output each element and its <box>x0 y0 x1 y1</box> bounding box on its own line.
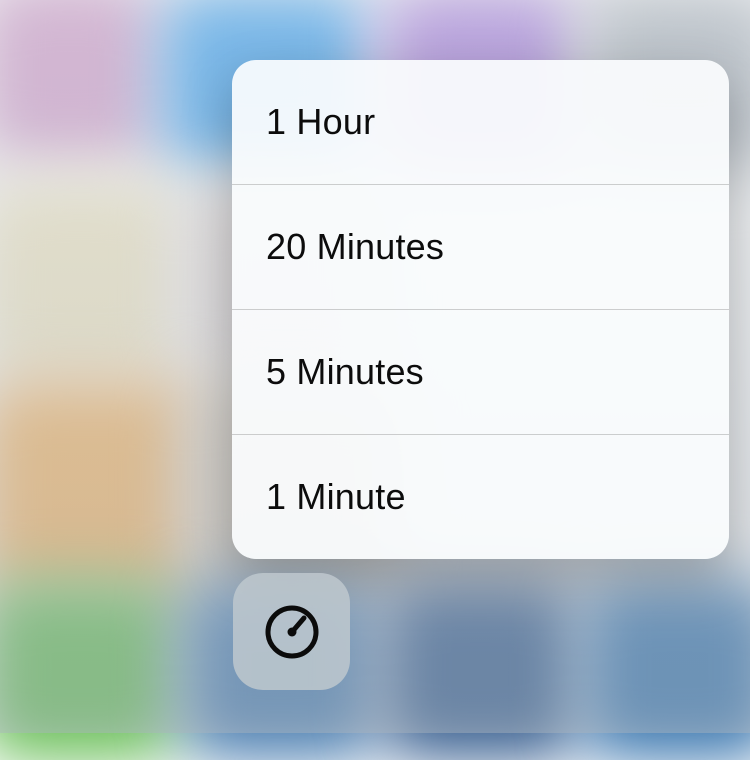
menu-item-1-hour[interactable]: 1 Hour <box>232 60 729 184</box>
menu-item-label: 5 Minutes <box>266 351 424 393</box>
menu-item-label: 1 Minute <box>266 476 406 518</box>
timer-quick-actions-menu: 1 Hour 20 Minutes 5 Minutes 1 Minute <box>232 60 729 559</box>
timer-icon <box>264 604 320 660</box>
menu-item-label: 1 Hour <box>266 101 375 143</box>
menu-item-20-minutes[interactable]: 20 Minutes <box>232 184 729 309</box>
menu-item-label: 20 Minutes <box>266 226 444 268</box>
menu-item-1-minute[interactable]: 1 Minute <box>232 434 729 559</box>
timer-button[interactable] <box>233 573 350 690</box>
menu-item-5-minutes[interactable]: 5 Minutes <box>232 309 729 434</box>
